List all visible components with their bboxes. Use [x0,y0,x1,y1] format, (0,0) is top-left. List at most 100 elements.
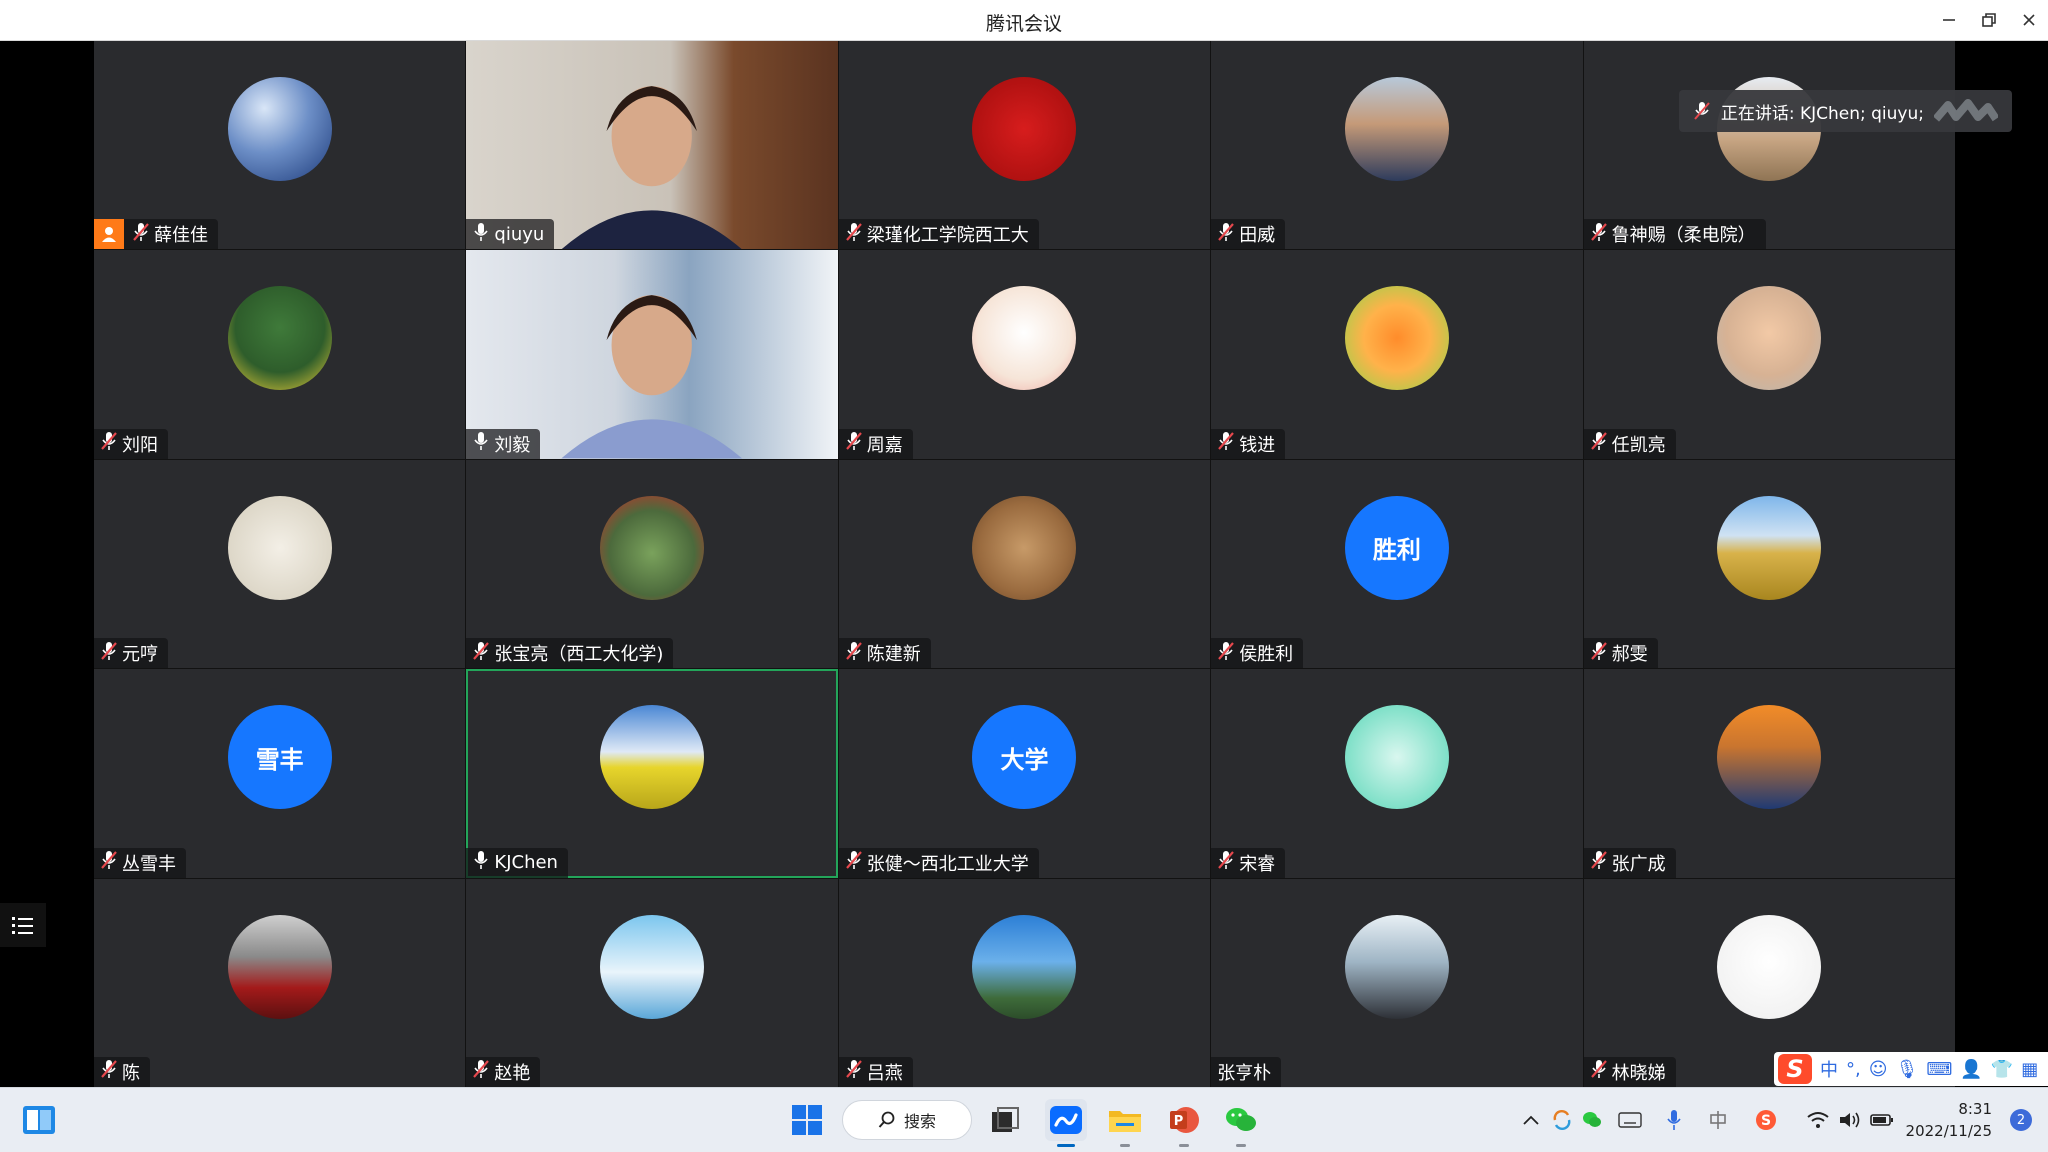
avatar [1344,705,1449,810]
participant-tile[interactable]: 张宝亮（西工大化学) [466,459,838,669]
sync-tray-icon[interactable] [1548,1106,1576,1134]
avatar [1344,77,1449,181]
participant-tile[interactable]: 梁瑾化工学院西工大 [838,41,1211,250]
participant-tile[interactable]: 胜利 侯胜利 [1211,459,1583,669]
voice-input-icon[interactable]: 🎙 [1896,1059,1919,1080]
ime-toolbar[interactable]: S 中 °, ☺ 🎙 ⌨ 👤 👕 ▦ [1774,1052,2048,1086]
participant-grid: 薛佳佳 qiuyu 梁瑾化工学院西工大 田威 鲁神赐（柔电院） 刘阳 刘毅 周嘉 钱进 任凯亮元哼… [94,41,1955,1087]
participant-tile[interactable]: 田威 [1211,41,1583,250]
avatar [972,77,1077,181]
file-explorer-button[interactable] [1104,1099,1146,1147]
participant-name: 林晓娣 [1611,1062,1666,1084]
avatar [1717,914,1822,1019]
avatar [972,495,1077,600]
title-bar: 腾讯会议 [0,0,2048,41]
participant-tile[interactable]: 陈 [94,878,466,1087]
wechat-tray-icon[interactable] [1578,1106,1606,1134]
participant-tile[interactable]: 大学 张健～西北工业大学 [838,669,1211,878]
restore-button[interactable] [1972,6,2006,34]
mic-muted-icon [132,221,150,248]
task-view-icon [992,1107,1019,1132]
sogou-tray-icon[interactable]: S [1752,1106,1780,1134]
minimize-button[interactable] [1932,6,1966,34]
speaking-indicator: 正在讲话: KJChen; qiuyu; [1678,90,2012,132]
participant-tile[interactable]: 郝雯 [1583,459,1955,669]
ime-tray-icon[interactable] [1704,1106,1732,1134]
task-view-button[interactable] [984,1099,1026,1141]
participant-name: 任凯亮 [1611,434,1666,456]
participant-name: 田威 [1239,225,1276,247]
notification-badge[interactable]: 2 [2010,1109,2032,1131]
participant-tile[interactable]: 任凯亮 [1583,250,1955,459]
participant-tile[interactable]: 鲁神赐（柔电院） [1583,41,1955,250]
participant-tile[interactable]: 刘阳 [94,250,466,459]
participant-tile[interactable]: 刘毅 [466,250,838,459]
participant-name: 刘阳 [122,434,158,456]
mic-muted-icon [1217,221,1235,248]
keyboard-tray-icon[interactable] [1616,1106,1644,1134]
mic-muted-icon [1590,849,1608,876]
participant-tile[interactable]: 吕燕 [838,878,1211,1087]
svg-text:P: P [1174,1114,1184,1129]
taskbar-search[interactable]: 搜索 [842,1100,972,1140]
user-icon[interactable]: 👤 [1960,1059,1982,1080]
wifi-tray-icon[interactable] [1804,1106,1832,1134]
mic-muted-icon [1217,849,1235,876]
toolbox-icon[interactable]: ▦ [2021,1059,2038,1080]
name-tag: 薛佳佳 [94,219,218,250]
punctuation-icon[interactable]: °, [1846,1059,1861,1080]
wechat-button[interactable] [1220,1099,1262,1147]
mic-muted-icon [100,430,118,457]
powerpoint-button[interactable]: P [1163,1099,1205,1147]
participant-tile[interactable]: 周嘉 [838,250,1211,459]
participant-tile[interactable]: 宋睿 [1211,669,1583,878]
keyboard-icon [1618,1112,1642,1128]
name-tag: 刘毅 [466,428,541,459]
meeting-stage: 薛佳佳 qiuyu 梁瑾化工学院西工大 田威 鲁神赐（柔电院） 刘阳 刘毅 周嘉 钱进 任凯亮元哼… [0,41,2048,1087]
participant-name: 宋睿 [1239,853,1276,875]
widgets-button[interactable] [18,1099,60,1141]
avatar [227,286,332,391]
mic-muted-icon [1217,640,1235,667]
mic-muted-icon [1590,1058,1608,1085]
taskbar: 搜索 P S 8:31 2022/11/25 2 [0,1087,2048,1152]
participant-tile[interactable]: 张亨朴 [1211,878,1583,1087]
participant-list-toggle[interactable] [0,903,46,947]
battery-icon [1870,1114,1893,1126]
chevron-up-icon [1523,1115,1539,1125]
tray-overflow-button[interactable] [1517,1106,1545,1134]
battery-tray-icon[interactable] [1868,1106,1896,1134]
mic-muted-icon [1590,221,1608,248]
participant-tile[interactable]: 陈建新 [838,459,1211,669]
name-tag: 鲁神赐（柔电院） [1583,219,1766,250]
list-icon [12,917,33,934]
participant-tile[interactable]: 元哼 [94,459,466,669]
name-tag: 梁瑾化工学院西工大 [838,219,1039,250]
emoji-icon[interactable]: ☺ [1869,1059,1888,1080]
participant-tile[interactable]: KJChen [466,669,838,878]
taskbar-clock[interactable]: 8:31 2022/11/25 [1906,1098,1992,1142]
participant-tile[interactable]: qiuyu [466,41,838,250]
participant-name: 吕燕 [866,1062,903,1084]
name-tag: 宋睿 [1211,847,1286,878]
sync-icon [1553,1109,1571,1131]
participant-name: 刘毅 [494,434,531,456]
start-button[interactable] [786,1099,828,1141]
participant-name: 张亨朴 [1217,1062,1272,1084]
participant-tile[interactable]: 张广成 [1583,669,1955,878]
keyboard-icon[interactable]: ⌨ [1926,1059,1952,1080]
participant-tile[interactable]: 薛佳佳 [94,41,466,250]
microphone-tray-icon[interactable] [1660,1106,1688,1134]
close-button[interactable] [2012,6,2046,34]
volume-tray-icon[interactable] [1836,1106,1864,1134]
name-tag: 田威 [1211,219,1286,250]
svg-text:S: S [1761,1113,1771,1129]
tencent-meeting-taskbar-button[interactable] [1045,1099,1087,1147]
avatar [1717,495,1822,600]
participant-tile[interactable]: 雪丰 丛雪丰 [94,669,466,878]
avatar [227,495,332,600]
skin-icon[interactable]: 👕 [1991,1059,2013,1080]
participant-tile[interactable]: 赵艳 [466,878,838,1087]
ime-mode-label[interactable]: 中 [1820,1056,1838,1082]
participant-tile[interactable]: 钱进 [1211,250,1583,459]
